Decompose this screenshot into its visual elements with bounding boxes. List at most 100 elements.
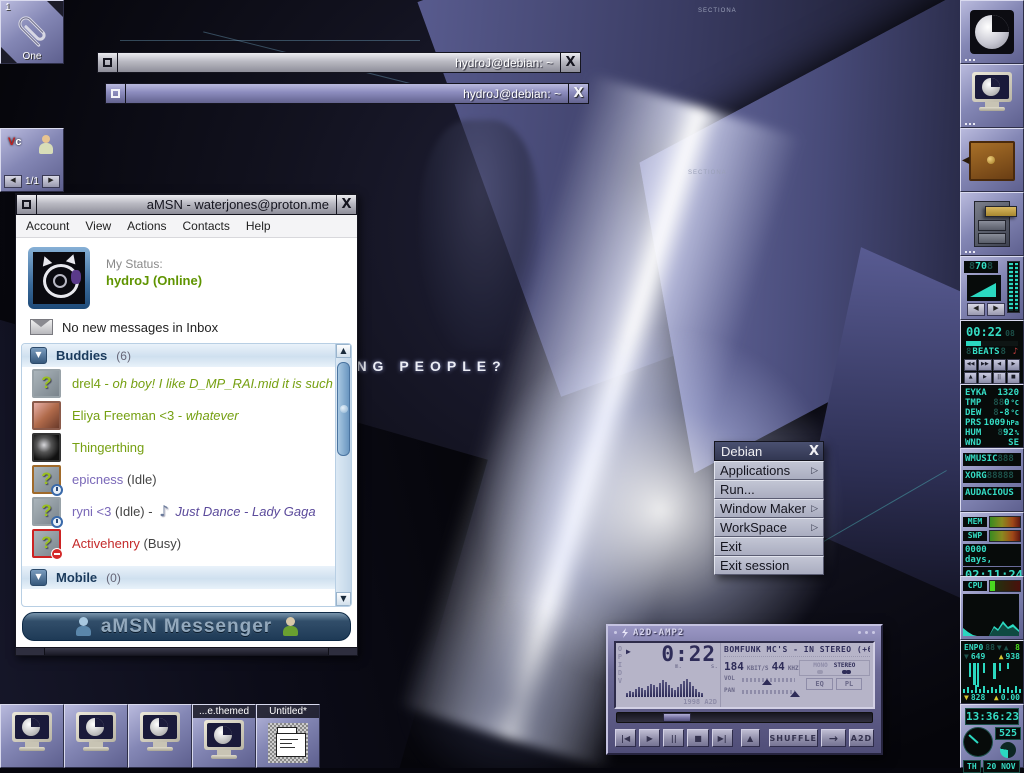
menu-item-window-maker[interactable]: Window Maker ▷ <box>714 499 824 518</box>
stop-button[interactable]: ■ <box>1007 372 1020 384</box>
scrollbar[interactable]: ▲ ▼ <box>335 344 351 606</box>
close-button[interactable]: X <box>560 52 581 73</box>
miniwindow-terminal-1[interactable] <box>0 704 64 768</box>
workspace-clip[interactable]: 1 One <box>0 0 64 64</box>
person-icon-green <box>282 617 298 637</box>
play-indicator-icon: ▶ <box>626 647 631 656</box>
skip-start-button[interactable]: ◀◀ <box>964 359 977 371</box>
group-header-mobile[interactable]: ▼ Mobile (0) <box>22 566 351 589</box>
miniwindow-terminal-3[interactable] <box>128 704 192 768</box>
mixer-next-button[interactable]: ▶ <box>987 303 1005 316</box>
play-button[interactable]: ▶ <box>639 729 660 747</box>
clutterbar[interactable]: OPIDV <box>616 643 624 707</box>
pager-logo: Vc <box>8 136 21 148</box>
seek-bar[interactable] <box>616 712 873 723</box>
skin-logo-button[interactable]: A2D <box>849 729 874 747</box>
buddy-row-eliya[interactable]: Eliya Freeman <3 - whatever <box>22 399 351 431</box>
track-progress[interactable] <box>966 341 1018 346</box>
repeat-button[interactable]: → <box>821 729 846 747</box>
group-header-buddies[interactable]: ▼ Buddies (6) <box>22 344 351 367</box>
menu-view[interactable]: View <box>85 219 111 233</box>
menu-account[interactable]: Account <box>26 219 69 233</box>
workspace-number: 1 <box>5 2 11 13</box>
pause-button[interactable]: || <box>663 729 684 747</box>
menu-item-exit[interactable]: Exit <box>714 537 824 556</box>
buddy-row-thingerthing[interactable]: Thingerthing <box>22 431 351 463</box>
dock-tile-net-monitor[interactable]: ENP0 88 ▼▲ 8 ▼649 ▲938 ▼828 <box>960 640 1024 704</box>
menu-item-exit-session[interactable]: Exit session <box>714 556 824 575</box>
dock-tile-terminal[interactable] <box>960 64 1024 128</box>
dock-tile-wmaker[interactable] <box>960 0 1024 64</box>
mixer-prev-button[interactable]: ◀ <box>967 303 985 316</box>
my-avatar[interactable] <box>28 247 90 309</box>
status-value[interactable]: hydroJ (Online) <box>106 273 202 288</box>
rewind-button[interactable]: ◀ <box>993 359 1006 371</box>
amsn-banner[interactable]: aMSN Messenger <box>22 612 351 641</box>
scrollbar-thumb[interactable] <box>337 362 350 456</box>
clip-prev-arrow[interactable] <box>1 47 17 63</box>
stop-button[interactable]: ■ <box>687 729 708 747</box>
menu-actions[interactable]: Actions <box>127 219 166 233</box>
drawer-arrow-icon[interactable]: ◀ <box>962 155 970 166</box>
miniaturize-button[interactable] <box>105 83 126 104</box>
volume-wedge[interactable] <box>967 275 1001 301</box>
eject-button[interactable]: ▲ <box>741 729 760 747</box>
previous-button[interactable]: |◀ <box>615 729 636 747</box>
monitor-icon <box>73 712 119 752</box>
close-button[interactable]: X <box>336 194 357 215</box>
next-button[interactable]: ▶| <box>712 729 733 747</box>
clip-next-arrow[interactable] <box>47 1 63 17</box>
buddy-row-ryni[interactable]: ? ryni <3 (Idle) - ♪ Just Dance - Lady G… <box>22 495 351 527</box>
buddy-row-drel4[interactable]: ? drel4 - oh boy! I like D_MP_RAI.mid it… <box>22 367 351 399</box>
volume-slider[interactable]: VOL <box>724 675 799 685</box>
miniwindow-themed[interactable]: ...e.themed <box>192 704 256 768</box>
resize-bar[interactable] <box>16 647 357 655</box>
collapse-icon[interactable]: ▼ <box>30 569 47 586</box>
banner-text: aMSN Messenger <box>101 616 272 638</box>
menu-item-workspace[interactable]: WorkSpace ▷ <box>714 518 824 537</box>
eject-button[interactable]: ▲ <box>964 372 977 384</box>
seek-handle[interactable] <box>663 713 691 722</box>
dock-tile-file-cabinet[interactable] <box>960 192 1024 256</box>
collapse-icon[interactable]: ▼ <box>30 347 47 364</box>
skip-end-button[interactable]: ▶▶ <box>978 359 991 371</box>
dock-tile-weather[interactable]: EYKA1320 TMP880°C DEW8-8°C PRS1009hPa HU… <box>960 384 1024 448</box>
miniaturize-button[interactable] <box>97 52 118 73</box>
scroll-down-button[interactable]: ▼ <box>336 592 351 606</box>
close-button[interactable]: X <box>568 83 589 104</box>
scroll-up-button[interactable]: ▲ <box>336 344 351 358</box>
net-interface: ENP0 <box>964 643 983 652</box>
dock-tile-cpu-monitor[interactable]: CPU <box>960 576 1024 640</box>
dock-tile-task-display[interactable]: WMUSIC888 XORG88888 AUDACIOUS <box>960 448 1024 512</box>
miniaturize-button[interactable] <box>16 194 37 215</box>
weather-report-time: 1320 <box>991 388 1019 398</box>
menu-help[interactable]: Help <box>246 219 271 233</box>
miniwindow-untitled[interactable]: Untitled* <box>256 704 320 768</box>
inbox-link[interactable]: No new messages in Inbox <box>16 313 357 343</box>
dock-tile-clock[interactable]: 13:36:23 525 TH 20 NOV <box>960 704 1024 768</box>
dock-tile-sysmon[interactable]: MEM SWP 0000 days, 02:11:24 <box>960 512 1024 576</box>
skin-brand: 1998 A2D <box>683 698 717 706</box>
pager-prev-button[interactable]: ◀ <box>4 175 22 188</box>
dock-tile-music-player[interactable]: 00:22 08 8 BEATS 8 ♪ ◀◀ ▶▶ ◀ ▶ ▲ ▶ || ■ <box>960 320 1024 384</box>
pause-button[interactable]: || <box>993 372 1006 384</box>
pager-next-button[interactable]: ▶ <box>42 175 60 188</box>
dock-tile-mixer[interactable]: 8708 ◀ ▶ <box>960 256 1024 320</box>
buddy-row-epicness[interactable]: ? epicness (Idle) <box>22 463 351 495</box>
pager-dockapp[interactable]: Vc ◀ 1/1 ▶ <box>0 128 64 192</box>
menu-item-applications[interactable]: Applications ▷ <box>714 461 824 480</box>
pan-slider[interactable]: PAN <box>724 687 799 697</box>
miniwindow-terminal-2[interactable] <box>64 704 128 768</box>
close-icon[interactable]: X <box>805 444 823 459</box>
player-titlebar[interactable]: A2D-AMP2 <box>608 626 881 639</box>
play-button[interactable]: ▶ <box>978 372 991 384</box>
buddy-avatar: ? <box>32 497 61 526</box>
equalizer-button[interactable]: EQ <box>806 678 832 690</box>
shuffle-button[interactable]: SHUFFLE <box>769 729 818 747</box>
playlist-button[interactable]: PL <box>836 678 862 690</box>
menu-contacts[interactable]: Contacts <box>183 219 230 233</box>
buddy-row-activehenry[interactable]: ? Activehenry (Busy) <box>22 527 351 559</box>
dock-tile-drawer[interactable]: ◀ <box>960 128 1024 192</box>
menu-item-run[interactable]: Run... <box>714 480 824 499</box>
forward-button[interactable]: ▶ <box>1007 359 1020 371</box>
